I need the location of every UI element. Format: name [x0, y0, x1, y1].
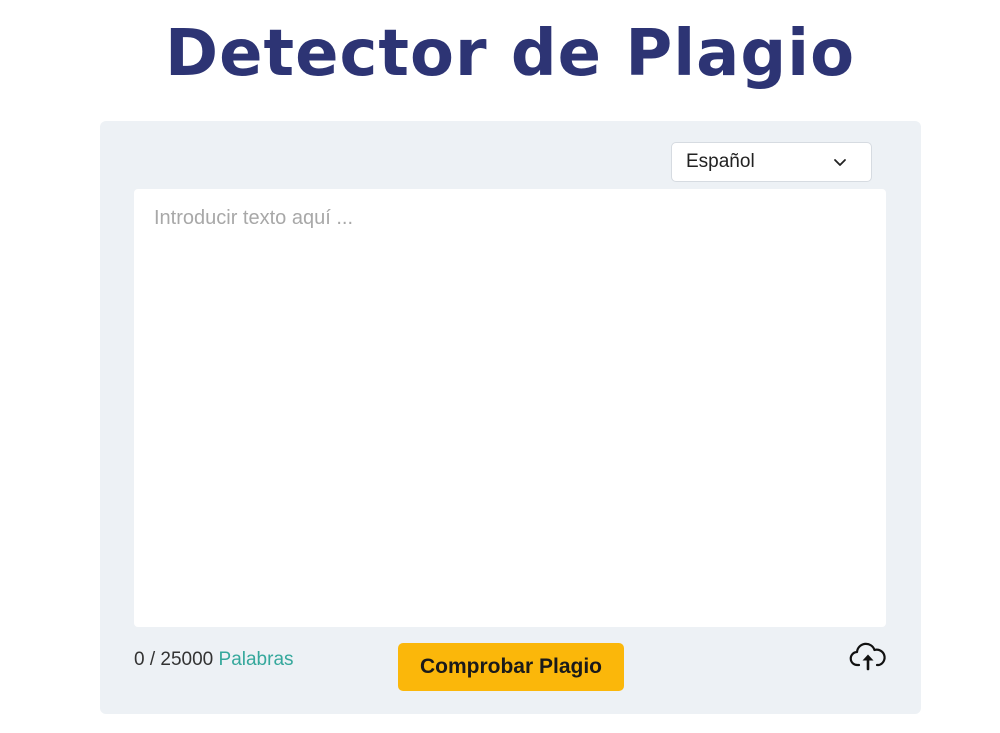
- chevron-down-icon: [834, 159, 846, 166]
- check-plagiarism-button[interactable]: Comprobar Plagio: [398, 643, 624, 691]
- language-select-value: Español: [686, 151, 755, 172]
- cloud-upload-icon[interactable]: [849, 642, 887, 672]
- word-counter: 0 / 25000 Palabras: [134, 649, 294, 671]
- word-count-value: 0 / 25000: [134, 649, 214, 670]
- page-title: Detector de Plagio: [164, 17, 856, 91]
- language-select[interactable]: Español: [671, 142, 872, 182]
- text-input[interactable]: [134, 189, 886, 627]
- checker-panel: Español 0 / 25000 Palabras Comprobar Pla…: [100, 121, 921, 714]
- word-count-unit: Palabras: [218, 649, 294, 670]
